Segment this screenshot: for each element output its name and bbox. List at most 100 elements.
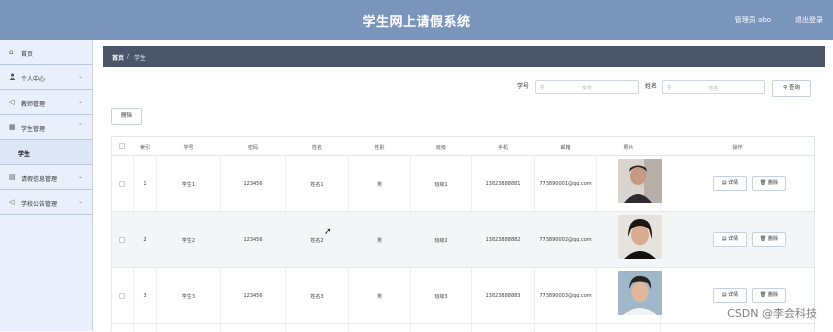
trash-icon: 🗑 (760, 236, 766, 242)
query-button[interactable]: ⚲ 查询 (772, 80, 811, 97)
student-photo (618, 215, 662, 259)
cell-name: 姓名3 (286, 293, 348, 300)
delete-button[interactable]: 🗑 删除 (752, 176, 786, 191)
chevron-down-icon: ⌄ (78, 98, 83, 105)
trash-icon: 🗑 (760, 180, 766, 186)
detail-button[interactable]: ▤ 详情 (713, 232, 747, 247)
query-button-label: 查询 (789, 85, 800, 91)
student-photo (618, 159, 662, 203)
breadcrumb-separator: / (127, 53, 129, 60)
cell-class: 班级1 (411, 181, 471, 188)
chevron-down-icon: ⌄ (78, 198, 83, 205)
sidebar-item-label: 教师管理 (21, 99, 45, 108)
row-checkbox[interactable] (119, 293, 125, 299)
table-row: 2 学生2 123456 姓名2 男 班级2 13823888882 77389… (112, 212, 814, 268)
grid-icon: ▦ (9, 123, 16, 131)
sidebar-item-teacher-management[interactable]: ◁ 教师管理 ⌄ (0, 90, 92, 115)
sidebar-item-student-management[interactable]: ▦ 学生管理 ⌃ (0, 115, 92, 140)
xuehao-search-input[interactable]: ⚲ 学号 (535, 80, 639, 94)
cell-xuehao: 学生1 (157, 181, 220, 188)
user-icon (9, 73, 16, 82)
cell-class: 班级2 (411, 237, 471, 244)
xuehao-label: 学号 (517, 81, 529, 90)
column-header: 操作 (661, 144, 814, 151)
current-user: 管理员 abo (735, 15, 771, 25)
top-bar: 学生网上请假系统 管理员 abo 退出登录 (0, 0, 833, 40)
detail-label: 详情 (728, 180, 738, 186)
cell-password: 123456 (221, 237, 285, 243)
select-all-checkbox[interactable] (119, 143, 125, 149)
detail-icon: ▤ (722, 292, 727, 298)
sidebar-item-label: 个人中心 (21, 74, 45, 83)
cell-index: 1 (134, 181, 156, 187)
cell-name: 姓名2 (286, 237, 348, 244)
sidebar-item-announcement-management[interactable]: ◁ 学校公告管理 ⌄ (0, 190, 92, 215)
sidebar-subitem-student[interactable]: 学生 (0, 140, 92, 165)
cell-index: 2 (134, 237, 156, 243)
sidebar-item-personal-center[interactable]: 个人中心 ⌄ (0, 65, 92, 90)
send-icon: ◁ (9, 198, 14, 206)
table-row: 1 学生1 123456 姓名1 男 班级1 13823888881 77389… (112, 156, 814, 212)
column-header: 索引 (134, 144, 156, 151)
sidebar-item-label: 学生管理 (21, 124, 45, 133)
detail-button[interactable]: ▤ 详情 (713, 176, 747, 191)
cell-name: 姓名1 (286, 181, 348, 188)
column-header: 邮箱 (535, 144, 596, 151)
column-header: 学号 (157, 144, 220, 151)
column-header: 手机 (472, 144, 534, 151)
sidebar-item-leave-management[interactable]: ▤ 请假信息管理 ⌄ (0, 165, 92, 190)
name-label: 姓名 (645, 81, 657, 90)
sidebar-subitem-label: 学生 (18, 149, 30, 158)
cell-password: 123456 (221, 181, 285, 187)
row-checkbox[interactable] (119, 181, 125, 187)
row-checkbox[interactable] (119, 237, 125, 243)
cell-gender: 男 (349, 293, 410, 300)
delete-button[interactable]: 🗑 删除 (752, 232, 786, 247)
detail-label: 详情 (728, 236, 738, 242)
cell-gender: 男 (349, 237, 410, 244)
cell-gender: 男 (349, 181, 410, 188)
sidebar-item-home[interactable]: ⌂ 首页 (0, 40, 92, 65)
cell-email: 773890001@qq.com (535, 181, 596, 187)
delete-button[interactable]: 🗑 删除 (752, 288, 786, 303)
document-icon: ▤ (9, 173, 16, 181)
column-header: 姓名 (286, 144, 348, 151)
column-header: 性别 (349, 144, 410, 151)
xuehao-placeholder: 学号 (536, 85, 638, 92)
table-header: 索引 学号 密码 姓名 性别 班级 手机 邮箱 照片 操作 (112, 137, 814, 156)
column-header: 班级 (411, 144, 471, 151)
delete-label: 删除 (768, 180, 778, 186)
sidebar-item-label: 学校公告管理 (21, 199, 57, 208)
delete-label: 删除 (768, 292, 778, 298)
cell-class: 班级3 (411, 293, 471, 300)
home-icon: ⌂ (9, 48, 13, 56)
cell-index: 3 (134, 293, 156, 299)
detail-label: 详情 (728, 292, 738, 298)
cell-xuehao: 学生2 (157, 237, 220, 244)
sidebar-item-label: 请假信息管理 (21, 174, 57, 183)
search-icon: ⚲ (783, 85, 787, 91)
name-search-input[interactable]: ⚲ 姓名 (662, 80, 765, 94)
student-table: 索引 学号 密码 姓名 性别 班级 手机 邮箱 照片 操作 1 学生1 1234… (111, 136, 815, 331)
cell-password: 123456 (221, 293, 285, 299)
breadcrumb: 首页 / 学生 (103, 46, 825, 67)
trash-icon: 🗑 (760, 292, 766, 298)
mouse-cursor-icon: ➚ (324, 227, 332, 237)
cell-phone: 13823888883 (472, 293, 534, 299)
send-icon: ◁ (9, 98, 14, 106)
delete-label: 删除 (768, 236, 778, 242)
detail-icon: ▤ (722, 180, 727, 186)
logout-link[interactable]: 退出登录 (795, 15, 823, 25)
detail-button[interactable]: ▤ 详情 (713, 288, 747, 303)
chevron-down-icon: ⌄ (78, 173, 83, 180)
cell-phone: 13823888881 (472, 181, 534, 187)
batch-delete-button[interactable]: 删除 (111, 108, 142, 125)
student-photo (618, 271, 662, 315)
cell-email: 773890003@qq.com (535, 293, 596, 299)
watermark: CSDN @李会科技 (727, 305, 817, 321)
detail-icon: ▤ (722, 236, 727, 242)
breadcrumb-home[interactable]: 首页 (112, 53, 124, 62)
cell-phone: 13823888882 (472, 237, 534, 243)
column-header: 照片 (597, 144, 660, 151)
table-row: 3 学生3 123456 姓名3 男 班级3 13823888883 77389… (112, 268, 814, 324)
